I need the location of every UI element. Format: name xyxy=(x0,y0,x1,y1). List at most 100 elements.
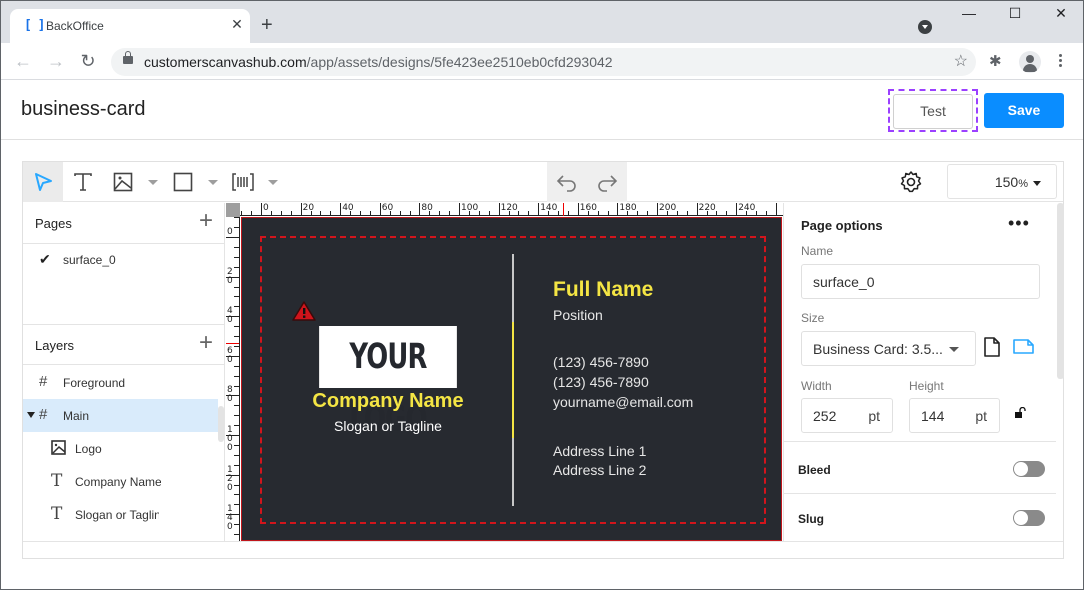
url-text: customerscanvashub.com/app/assets/design… xyxy=(144,54,613,70)
ruler-tick xyxy=(528,211,530,215)
ruler-tick xyxy=(657,203,658,215)
text-icon xyxy=(74,173,92,191)
height-input[interactable]: 144 pt xyxy=(909,398,1000,433)
browser-menu-icon[interactable] xyxy=(1057,52,1063,72)
bookmark-star-icon[interactable]: ☆ xyxy=(954,51,968,71)
ruler-tick xyxy=(439,211,441,215)
options-scrollbar[interactable] xyxy=(1057,203,1064,379)
ruler-tick xyxy=(241,211,243,215)
image-tool-dropdown-icon[interactable] xyxy=(148,180,158,185)
layers-scrollbar[interactable] xyxy=(218,406,224,442)
ruler-tick xyxy=(234,286,239,288)
text-tool-button[interactable] xyxy=(63,162,103,202)
image-icon xyxy=(51,440,66,459)
maximize-icon[interactable]: ☐ xyxy=(992,5,1038,27)
ruler-tick xyxy=(234,534,239,535)
add-layer-icon[interactable]: + xyxy=(199,331,213,355)
ruler-tick xyxy=(607,211,609,215)
bleed-toggle[interactable] xyxy=(1013,461,1045,477)
layer-item[interactable]: # Main xyxy=(23,399,218,432)
test-button[interactable]: Test xyxy=(893,94,973,129)
left-panel: Pages + ✔ surface_0 Layers + # Foregroun… xyxy=(23,203,225,541)
barcode-tool-dropdown-icon[interactable] xyxy=(268,180,278,185)
slogan-text[interactable]: Slogan or Tagline xyxy=(242,418,534,434)
tab-close-icon[interactable]: ✕ xyxy=(228,15,246,33)
card-divider-line[interactable] xyxy=(512,254,514,506)
ruler-tick xyxy=(360,211,361,215)
canvas-area[interactable]: 0 20 40 60 80 100 120 140 160 180 200 220 240 0 20 40 6… xyxy=(226,203,783,541)
profile-avatar-icon[interactable] xyxy=(1019,51,1041,73)
add-page-icon[interactable]: + xyxy=(199,209,213,233)
full-name-text[interactable]: Full Name xyxy=(553,278,653,302)
undo-button[interactable] xyxy=(547,162,587,202)
save-button[interactable]: Save xyxy=(984,93,1064,128)
size-value: Business Card: 3.5... xyxy=(813,341,943,357)
barcode-tool-button[interactable] xyxy=(223,162,263,202)
forward-icon[interactable]: → xyxy=(46,51,66,71)
layer-item[interactable]: T Slogan or Tagline xyxy=(23,498,218,531)
redo-icon xyxy=(598,175,618,192)
width-input[interactable]: 252 pt xyxy=(801,398,893,433)
ruler-tick xyxy=(676,211,678,215)
page-item[interactable]: ✔ surface_0 xyxy=(23,244,225,276)
ruler-tick xyxy=(399,211,401,215)
ruler-label: 40 xyxy=(227,306,233,326)
select-tool-button[interactable] xyxy=(23,162,63,202)
address-bar[interactable]: customerscanvashub.com/app/assets/design… xyxy=(111,48,976,76)
shape-tool-dropdown-icon[interactable] xyxy=(208,180,218,185)
browser-window: [ ] BackOffice ✕ + — ☐ ✕ ← → ↻ customers… xyxy=(0,0,1084,590)
ruler-tick xyxy=(234,494,239,496)
layer-item[interactable]: Logo xyxy=(23,432,218,465)
warning-icon[interactable] xyxy=(291,300,317,322)
browser-tab[interactable]: [ ] BackOffice ✕ xyxy=(10,9,250,43)
address1-text[interactable]: Address Line 1 xyxy=(553,443,646,459)
ruler-tick xyxy=(251,211,253,215)
new-tab-icon[interactable]: + xyxy=(261,15,273,35)
back-icon[interactable]: ← xyxy=(13,51,33,71)
ruler-tick xyxy=(234,365,239,367)
pages-header: Pages + xyxy=(23,203,225,244)
ruler-tick xyxy=(234,326,239,328)
height-value: 144 xyxy=(921,408,945,424)
ruler-label: 120 xyxy=(500,203,518,213)
ruler-label: 60 xyxy=(227,345,233,365)
settings-button[interactable] xyxy=(891,162,931,202)
layer-item[interactable]: # Foreground xyxy=(23,366,218,399)
ruler-tick xyxy=(300,203,302,215)
phone2-text[interactable]: (123) 456-7890 xyxy=(553,374,649,390)
shape-tool-button[interactable] xyxy=(163,162,203,202)
layer-item[interactable]: T Company Name xyxy=(23,465,218,498)
ruler-tick xyxy=(330,211,332,215)
slug-toggle[interactable] xyxy=(1013,510,1045,526)
company-name-text[interactable]: Company Name xyxy=(242,390,534,413)
redo-button[interactable] xyxy=(587,162,627,202)
address2-text[interactable]: Address Line 2 xyxy=(553,462,646,478)
image-tool-button[interactable] xyxy=(103,162,143,202)
unlock-icon[interactable] xyxy=(1014,407,1026,419)
window-close-icon[interactable]: ✕ xyxy=(1038,5,1083,27)
reload-icon[interactable]: ↻ xyxy=(78,51,98,71)
ruler-tick xyxy=(567,211,569,215)
minimize-icon[interactable]: — xyxy=(946,5,992,27)
pages-title: Pages xyxy=(35,216,72,231)
logo-placeholder[interactable]: YOUR LOGO xyxy=(319,326,457,439)
text-icon: T xyxy=(51,471,63,491)
tab-search-icon[interactable] xyxy=(918,20,932,34)
page-options-title: Page options xyxy=(801,218,883,233)
zoom-select[interactable]: 150% xyxy=(947,164,1057,199)
more-options-icon[interactable]: ••• xyxy=(1008,213,1030,234)
phone1-text[interactable]: (123) 456-7890 xyxy=(553,354,649,370)
size-select[interactable]: Business Card: 3.5... xyxy=(801,331,976,366)
ruler-tick xyxy=(379,203,381,215)
portrait-orientation-icon[interactable] xyxy=(982,336,1002,358)
extensions-icon[interactable]: ✱ xyxy=(989,52,1002,70)
page-name-input[interactable]: surface_0 xyxy=(801,264,1040,299)
height-unit: pt xyxy=(975,408,987,424)
business-card-canvas[interactable]: YOUR LOGO Company Name Slogan or Tagline… xyxy=(241,217,782,541)
landscape-orientation-icon[interactable] xyxy=(1012,338,1036,356)
position-text[interactable]: Position xyxy=(553,307,603,323)
expand-caret-icon[interactable] xyxy=(27,412,35,418)
tab-strip: [ ] BackOffice ✕ + — ☐ ✕ xyxy=(1,1,1083,43)
ruler-label: 160 xyxy=(579,203,597,213)
email-text[interactable]: yourname@email.com xyxy=(553,394,693,410)
